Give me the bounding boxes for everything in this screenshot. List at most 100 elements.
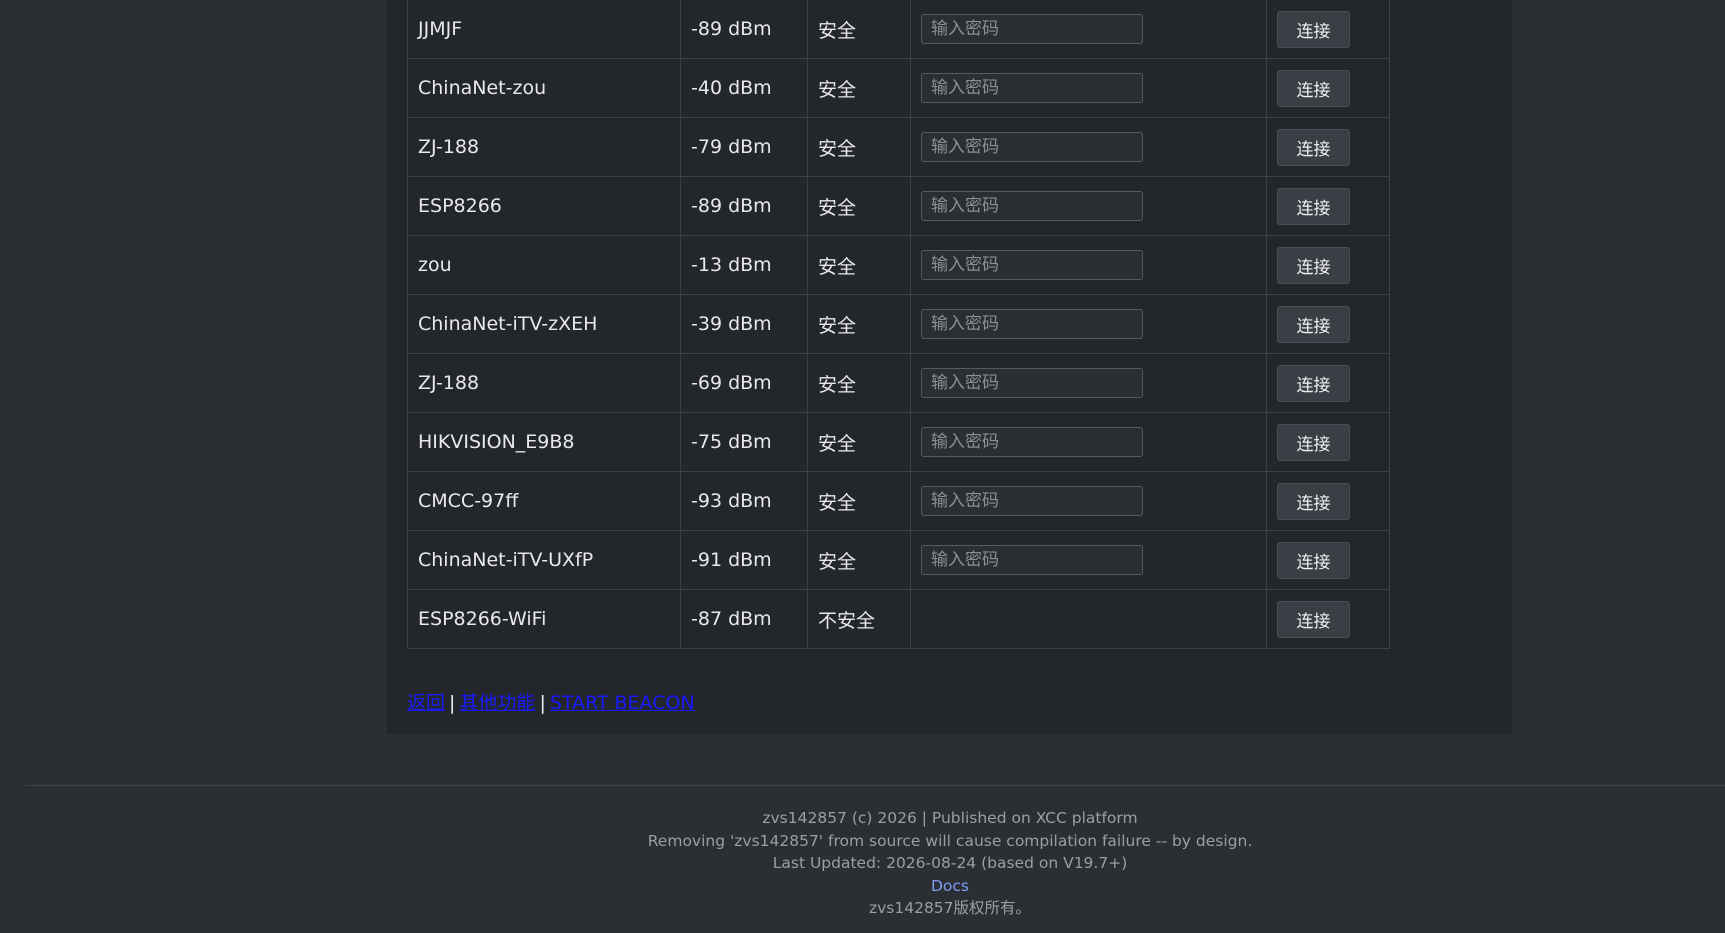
back-link[interactable]: 返回 [407, 692, 445, 714]
connect-button[interactable]: 连接 [1277, 482, 1350, 520]
table-row: HIKVISION_E9B8 -75 dBm 安全 连接 [407, 412, 1390, 472]
footer-divider [25, 785, 1725, 786]
signal-strength-cell: -89 dBm [680, 0, 808, 59]
connect-button[interactable]: 连接 [1277, 364, 1350, 402]
connect-button[interactable]: 连接 [1277, 10, 1350, 48]
action-cell: 连接 [1266, 471, 1390, 531]
connect-button[interactable]: 连接 [1277, 305, 1350, 343]
ssid-cell: CMCC-97ff [407, 471, 681, 531]
security-status-cell: 安全 [807, 294, 911, 354]
signal-strength-cell: -40 dBm [680, 58, 808, 118]
password-cell [910, 589, 1267, 649]
ssid-cell: ESP8266 [407, 176, 681, 236]
table-row: CMCC-97ff -93 dBm 安全 连接 [407, 471, 1390, 531]
action-cell: 连接 [1266, 117, 1390, 177]
connect-button[interactable]: 连接 [1277, 600, 1350, 638]
action-cell: 连接 [1266, 530, 1390, 590]
signal-strength-cell: -89 dBm [680, 176, 808, 236]
ssid-cell: JJMJF [407, 0, 681, 59]
action-cell: 连接 [1266, 0, 1390, 59]
password-input[interactable] [921, 545, 1143, 575]
security-status-cell: 不安全 [807, 589, 911, 649]
security-status-cell: 安全 [807, 0, 911, 59]
password-input[interactable] [921, 73, 1143, 103]
connect-button[interactable]: 连接 [1277, 69, 1350, 107]
signal-strength-cell: -13 dBm [680, 235, 808, 295]
security-status-cell: 安全 [807, 117, 911, 177]
ssid-cell: ESP8266-WiFi [407, 589, 681, 649]
security-status-cell: 安全 [807, 530, 911, 590]
start-beacon-link[interactable]: START BEACON [550, 692, 695, 714]
password-cell [910, 235, 1267, 295]
ssid-cell: ChinaNet-iTV-UXfP [407, 530, 681, 590]
password-input[interactable] [921, 132, 1143, 162]
table-row: ChinaNet-iTV-zXEH -39 dBm 安全 连接 [407, 294, 1390, 354]
signal-strength-cell: -93 dBm [680, 471, 808, 531]
connect-button[interactable]: 连接 [1277, 423, 1350, 461]
ssid-cell: ChinaNet-zou [407, 58, 681, 118]
action-cell: 连接 [1266, 58, 1390, 118]
signal-strength-cell: -39 dBm [680, 294, 808, 354]
ssid-cell: ZJ-188 [407, 353, 681, 413]
table-row: ESP8266 -89 dBm 安全 连接 [407, 176, 1390, 236]
ssid-cell: HIKVISION_E9B8 [407, 412, 681, 472]
action-cell: 连接 [1266, 294, 1390, 354]
password-cell [910, 117, 1267, 177]
ssid-cell: zou [407, 235, 681, 295]
link-separator: | [449, 692, 456, 714]
action-cell: 连接 [1266, 235, 1390, 295]
docs-link[interactable]: Docs [931, 877, 969, 895]
password-input[interactable] [921, 309, 1143, 339]
connect-button[interactable]: 连接 [1277, 128, 1350, 166]
ssid-cell: ZJ-188 [407, 117, 681, 177]
connect-button[interactable]: 连接 [1277, 187, 1350, 225]
password-cell [910, 353, 1267, 413]
ssid-cell: ChinaNet-iTV-zXEH [407, 294, 681, 354]
password-input[interactable] [921, 427, 1143, 457]
action-cell: 连接 [1266, 589, 1390, 649]
password-cell [910, 412, 1267, 472]
other-functions-link[interactable]: 其他功能 [459, 692, 535, 714]
footer-updated: Last Updated: 2026-08-24 (based on V19.7… [772, 854, 1128, 872]
wifi-network-table: 连接JJMJF-89 dBm安全连接ChinaNet-zou-40 dBm安全连… [407, 0, 1390, 649]
password-input[interactable] [921, 486, 1143, 516]
password-input[interactable] [921, 368, 1143, 398]
table-row: JJMJF -89 dBm 安全 连接 [407, 0, 1390, 59]
table-row: zou -13 dBm 安全 连接 [407, 235, 1390, 295]
security-status-cell: 安全 [807, 412, 911, 472]
action-cell: 连接 [1266, 412, 1390, 472]
password-cell [910, 294, 1267, 354]
footer-copyright: zvs142857 (c) 2026 | Published on XCC pl… [762, 809, 1138, 827]
security-status-cell: 安全 [807, 58, 911, 118]
nav-links: 返回 | 其他功能 | START BEACON [407, 688, 695, 715]
signal-strength-cell: -75 dBm [680, 412, 808, 472]
footer-rights: zvs142857版权所有。 [868, 899, 1032, 917]
security-status-cell: 安全 [807, 176, 911, 236]
table-row: ZJ-188 -69 dBm 安全 连接 [407, 353, 1390, 413]
signal-strength-cell: -91 dBm [680, 530, 808, 590]
password-cell [910, 530, 1267, 590]
signal-strength-cell: -79 dBm [680, 117, 808, 177]
security-status-cell: 安全 [807, 235, 911, 295]
table-row: ChinaNet-iTV-UXfP -91 dBm 安全 连接 [407, 530, 1390, 590]
action-cell: 连接 [1266, 176, 1390, 236]
table-row: ZJ-188 -79 dBm 安全 连接 [407, 117, 1390, 177]
password-cell [910, 471, 1267, 531]
action-cell: 连接 [1266, 353, 1390, 413]
footer: zvs142857 (c) 2026 | Published on XCC pl… [0, 807, 1725, 920]
security-status-cell: 安全 [807, 471, 911, 531]
table-row: ChinaNet-zou -40 dBm 安全 连接 [407, 58, 1390, 118]
signal-strength-cell: -69 dBm [680, 353, 808, 413]
password-input[interactable] [921, 191, 1143, 221]
connect-button[interactable]: 连接 [1277, 541, 1350, 579]
signal-strength-cell: -87 dBm [680, 589, 808, 649]
table-row: ESP8266-WiFi -87 dBm 不安全 连接 [407, 589, 1390, 649]
password-input[interactable] [921, 14, 1143, 44]
connect-button[interactable]: 连接 [1277, 246, 1350, 284]
footer-warning: Removing 'zvs142857' from source will ca… [647, 831, 1253, 850]
password-cell [910, 0, 1267, 59]
security-status-cell: 安全 [807, 353, 911, 413]
password-input[interactable] [921, 250, 1143, 280]
password-cell [910, 176, 1267, 236]
link-separator: | [539, 692, 546, 714]
